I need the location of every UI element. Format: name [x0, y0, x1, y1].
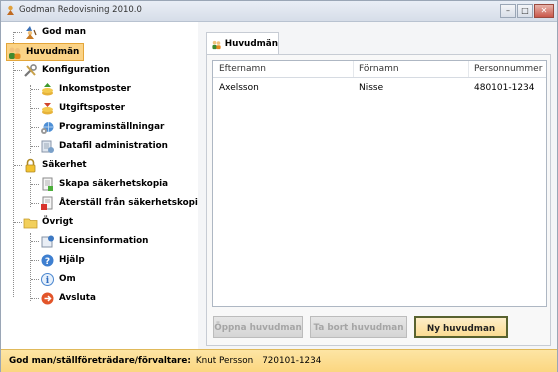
- guardian-label: God man/ställföreträdare/förvaltare:: [9, 356, 191, 366]
- maximize-button[interactable]: □: [517, 4, 533, 18]
- nav-item-ovrigt[interactable]: Övrigt: [23, 213, 73, 231]
- nav-item-label: Inkomstposter: [59, 84, 131, 94]
- tools-icon: [24, 63, 37, 77]
- help-icon: ?: [41, 254, 54, 267]
- nav-item-label: Datafil administration: [59, 141, 168, 151]
- remove-huvudman-button[interactable]: Ta bort huvudman: [310, 316, 407, 338]
- tree-connector: [30, 85, 31, 153]
- cell-fornamn: Nisse: [359, 83, 384, 93]
- nav-item-label: Säkerhet: [42, 160, 87, 170]
- settings-globe-icon: [41, 121, 54, 134]
- nav-item-label: Återställ från säkerhetskopia: [59, 198, 204, 208]
- app-logo-icon: [7, 5, 14, 15]
- folder-icon: [23, 218, 38, 228]
- column-header-personnummer[interactable]: Personnummer: [468, 61, 546, 77]
- tree-connector: [14, 70, 22, 71]
- tree-connector: [31, 241, 39, 242]
- nav-item-label: Huvudmän: [26, 47, 80, 57]
- coins-out-icon: [42, 102, 53, 114]
- window-title: Godman Redovisning 2010.0: [19, 5, 142, 15]
- app-window: Godman Redovisning 2010.0 – □ ✕ God man …: [0, 0, 558, 372]
- cell-personnummer: 480101-1234: [474, 83, 535, 93]
- info-icon: i: [41, 272, 54, 286]
- nav-item-inkomstposter[interactable]: Inkomstposter: [40, 80, 131, 98]
- nav-item-label: Programinställningar: [59, 122, 165, 132]
- guardian-personnummer: 720101-1234: [262, 356, 322, 366]
- svg-text:i: i: [46, 276, 50, 286]
- license-icon: [41, 235, 54, 247]
- tree-connector: [31, 279, 39, 280]
- nav-item-huvudman[interactable]: Huvudmän: [6, 43, 85, 61]
- nav-item-label: Övrigt: [42, 217, 74, 227]
- nav-item-om[interactable]: i Om: [40, 270, 76, 288]
- nav-item-label: Licensinformation: [59, 236, 149, 246]
- backup-icon: [42, 177, 53, 191]
- nav-item-avsluta[interactable]: Avsluta: [40, 289, 96, 307]
- tree-connector: [31, 184, 39, 185]
- nav-item-label: Hjälp: [59, 255, 85, 265]
- tree-connector: [31, 298, 39, 299]
- tree-connector: [31, 203, 39, 204]
- column-header-efternamn[interactable]: Efternamn: [213, 61, 354, 77]
- close-button[interactable]: ✕: [534, 4, 554, 18]
- restore-icon: [41, 196, 53, 210]
- exit-icon: [41, 292, 54, 304]
- tab-label: Huvudmän: [224, 39, 278, 49]
- column-header-fornamn[interactable]: Förnamn: [353, 61, 469, 77]
- users-icon: [212, 40, 221, 49]
- window-controls: – □ ✕: [499, 4, 554, 18]
- cell-efternamn: Axelsson: [219, 83, 259, 93]
- nav-item-label: Om: [59, 274, 76, 284]
- guardian-name: Knut Persson: [195, 356, 254, 366]
- nav-item-skapa-sakerhetskopia[interactable]: Skapa säkerhetskopia: [40, 175, 168, 193]
- tree-connector: [30, 233, 31, 301]
- open-huvudman-button[interactable]: Öppna huvudman: [213, 316, 303, 338]
- nav-item-god-man[interactable]: God man: [23, 23, 86, 41]
- nav-item-label: Avsluta: [59, 293, 96, 303]
- title-bar[interactable]: Godman Redovisning 2010.0 – □ ✕: [1, 1, 557, 22]
- tree-connector: [31, 108, 39, 109]
- list-header: Efternamn Förnamn Personnummer: [213, 61, 546, 78]
- database-icon: [41, 140, 54, 153]
- nav-item-programinstallningar[interactable]: Programinställningar: [40, 118, 164, 136]
- wizard-icon: [26, 25, 37, 39]
- coins-in-icon: [42, 82, 53, 95]
- new-huvudman-button[interactable]: Ny huvudman: [414, 316, 508, 338]
- nav-item-label: Konfiguration: [42, 65, 110, 75]
- nav-item-utgiftsposter[interactable]: Utgiftsposter: [40, 99, 125, 117]
- nav-item-licensinformation[interactable]: Licensinformation: [40, 232, 148, 250]
- tree-connector: [31, 146, 39, 147]
- tree-connector: [14, 222, 22, 223]
- users-icon: [9, 47, 21, 59]
- nav-item-label: Skapa säkerhetskopia: [59, 179, 169, 189]
- nav-item-datafil-administration[interactable]: Datafil administration: [40, 137, 168, 155]
- status-bar: God man/ställföreträdare/förvaltare: Knu…: [1, 349, 557, 372]
- minimize-button[interactable]: –: [500, 4, 516, 18]
- padlock-icon: [25, 158, 36, 172]
- nav-item-label: God man: [42, 27, 86, 37]
- nav-item-label: Utgiftsposter: [59, 103, 126, 113]
- navigation-tree: God man Huvudmän Konfiguration Inkomstpo…: [1, 22, 204, 349]
- main-panel: Huvudmän Efternamn Förnamn Personnummer …: [198, 22, 557, 349]
- nav-item-sakerhet[interactable]: Säkerhet: [23, 156, 87, 174]
- nav-item-konfiguration[interactable]: Konfiguration: [23, 61, 110, 79]
- tree-connector: [31, 127, 39, 128]
- huvudman-list[interactable]: Efternamn Förnamn Personnummer Axelsson …: [212, 60, 547, 307]
- tree-connector: [31, 89, 39, 90]
- table-row[interactable]: Axelsson Nisse 480101-1234: [213, 80, 546, 96]
- tab-huvudman[interactable]: Huvudmän: [206, 32, 279, 55]
- tree-connector: [31, 260, 39, 261]
- tree-connector: [14, 165, 22, 166]
- svg-text:?: ?: [45, 257, 50, 267]
- nav-item-hjalp[interactable]: ? Hjälp: [40, 251, 85, 269]
- tab-content: Efternamn Förnamn Personnummer Axelsson …: [206, 54, 551, 346]
- nav-item-aterstall-sakerhetskopia[interactable]: Återställ från säkerhetskopia: [40, 194, 204, 212]
- tree-connector: [14, 32, 22, 33]
